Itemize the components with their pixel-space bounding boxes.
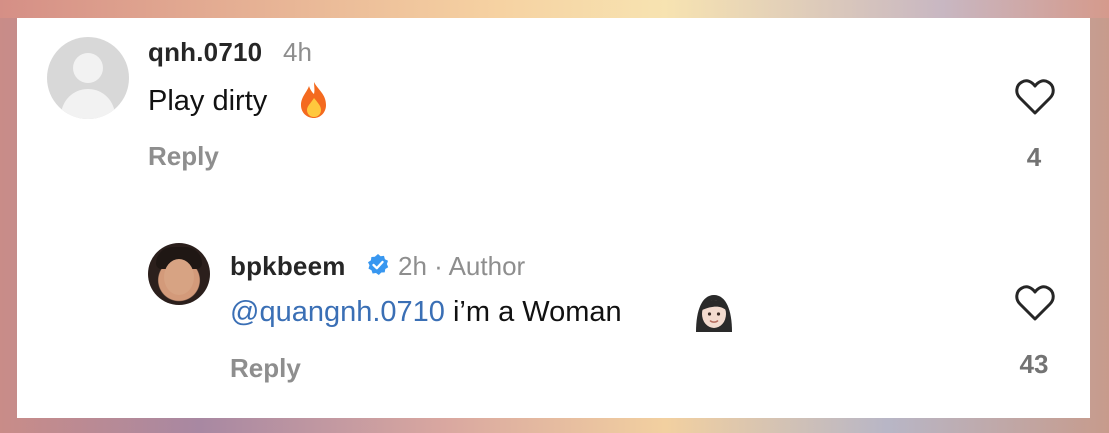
reply-button[interactable]: Reply bbox=[148, 141, 219, 172]
heart-icon[interactable] bbox=[1014, 283, 1056, 323]
fire-emoji bbox=[301, 82, 326, 118]
reply-button-2[interactable]: Reply bbox=[230, 353, 301, 384]
verified-badge-icon bbox=[368, 254, 389, 275]
comment-username[interactable]: qnh.0710 bbox=[148, 37, 262, 68]
woman-emoji bbox=[696, 295, 732, 332]
reply-text-line: @quangnh.0710 i’m a Woman bbox=[230, 296, 622, 329]
background-blur bbox=[0, 0, 1109, 18]
like-count: 4 bbox=[1026, 142, 1042, 172]
comment-text: Play dirty bbox=[148, 85, 268, 117]
comment-time: 4h bbox=[283, 37, 312, 67]
reply-meta: 2h · Author bbox=[398, 251, 526, 281]
reply-username[interactable]: bpkbeem bbox=[230, 251, 346, 282]
like-count-2: 43 bbox=[1019, 349, 1049, 379]
mention-link[interactable]: @quangnh.0710 bbox=[230, 296, 445, 328]
avatar-face bbox=[164, 259, 194, 295]
default-avatar-icon[interactable] bbox=[47, 37, 129, 119]
reply-text: i’m a Woman bbox=[452, 296, 622, 328]
avatar-head-shape bbox=[73, 53, 103, 83]
heart-icon[interactable] bbox=[1014, 77, 1056, 117]
comments-panel bbox=[17, 18, 1090, 418]
avatar-body-shape bbox=[61, 89, 115, 119]
user-photo-avatar[interactable] bbox=[148, 243, 210, 305]
